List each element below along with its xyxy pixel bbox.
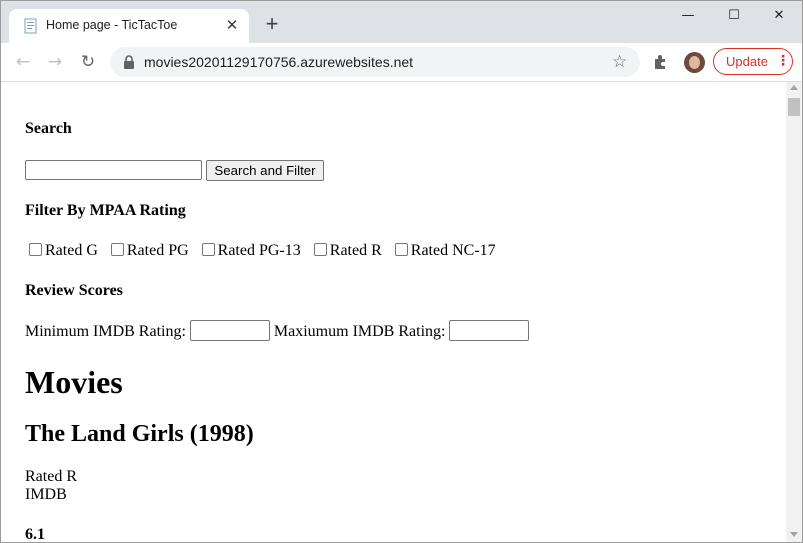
rated-pg13-label: Rated PG-13 xyxy=(217,242,301,259)
close-window-button[interactable]: ✕ xyxy=(756,1,802,31)
scroll-up-icon[interactable] xyxy=(790,85,798,90)
page-icon xyxy=(24,18,37,34)
page-content: Search Search and Filter Filter By MPAA … xyxy=(1,82,786,542)
url-text[interactable]: movies20201129170756.azurewebsites.net xyxy=(144,54,413,70)
rated-pg-label: Rated PG xyxy=(126,242,189,259)
movies-heading: Movies xyxy=(25,364,123,400)
browser-toolbar: ← → ↻ movies20201129170756.azurewebsites… xyxy=(1,43,802,82)
search-heading: Search xyxy=(25,120,72,137)
rated-nc17-checkbox[interactable] xyxy=(394,242,408,256)
tab-strip: Home page - TicTacToe ✕ + — ☐ ✕ xyxy=(1,1,802,43)
new-tab-button[interactable]: + xyxy=(261,13,283,35)
rating-filters: Rated G Rated PG Rated PG-13 Rated R Rat… xyxy=(25,242,501,260)
update-button[interactable]: Update ⋮ xyxy=(713,48,793,75)
min-rating-input[interactable] xyxy=(189,320,270,341)
maximize-button[interactable]: ☐ xyxy=(711,1,757,31)
browser-window: Home page - TicTacToe ✕ + — ☐ ✕ ← → ↻ mo… xyxy=(0,0,803,543)
rated-r-label: Rated R xyxy=(329,242,382,259)
rated-g-checkbox[interactable] xyxy=(29,242,42,256)
menu-icon[interactable]: ⋮ xyxy=(776,52,790,70)
minimize-button[interactable]: — xyxy=(665,1,711,31)
search-and-filter-button[interactable]: Search and Filter xyxy=(206,160,324,181)
tab-home-page[interactable]: Home page - TicTacToe ✕ xyxy=(9,9,249,43)
scroll-down-icon[interactable] xyxy=(790,532,798,537)
star-icon[interactable]: ☆ xyxy=(612,52,627,72)
movie-title: The Land Girls (1998) xyxy=(25,421,254,447)
forward-icon[interactable]: → xyxy=(43,50,67,74)
imdb-score: 6.1 xyxy=(25,526,45,542)
extensions-icon[interactable] xyxy=(652,53,670,71)
update-label: Update xyxy=(726,54,768,69)
min-rating-label: Minimum IMDB Rating: xyxy=(25,323,186,341)
rated-pg-checkbox[interactable] xyxy=(110,242,124,256)
max-rating-input[interactable] xyxy=(449,320,530,341)
movie-rating: Rated R xyxy=(25,468,77,485)
rated-nc17-label: Rated NC-17 xyxy=(410,242,496,259)
review-scores-heading: Review Scores xyxy=(25,282,123,299)
scrollbar-thumb[interactable] xyxy=(788,98,800,116)
imdb-label: IMDB xyxy=(25,486,67,503)
avatar[interactable] xyxy=(684,52,705,73)
avatar-face xyxy=(689,56,700,69)
search-input[interactable] xyxy=(25,160,202,180)
page-scrollbar[interactable] xyxy=(786,82,802,542)
rated-g-label: Rated G xyxy=(45,242,98,259)
address-bar[interactable]: movies20201129170756.azurewebsites.net ☆ xyxy=(110,47,640,77)
imdb-rating-range: Minimum IMDB Rating: Maxiumum IMDB Ratin… xyxy=(25,320,530,343)
tab-title: Home page - TicTacToe xyxy=(46,18,178,32)
lock-icon xyxy=(124,55,134,69)
filter-heading: Filter By MPAA Rating xyxy=(25,202,186,219)
close-tab-icon[interactable]: ✕ xyxy=(223,17,241,35)
back-icon[interactable]: ← xyxy=(11,50,35,74)
max-rating-label: Maxiumum IMDB Rating: xyxy=(273,323,446,341)
rated-pg13-checkbox[interactable] xyxy=(201,242,215,256)
rated-r-checkbox[interactable] xyxy=(313,242,327,256)
reload-icon[interactable]: ↻ xyxy=(76,50,100,74)
